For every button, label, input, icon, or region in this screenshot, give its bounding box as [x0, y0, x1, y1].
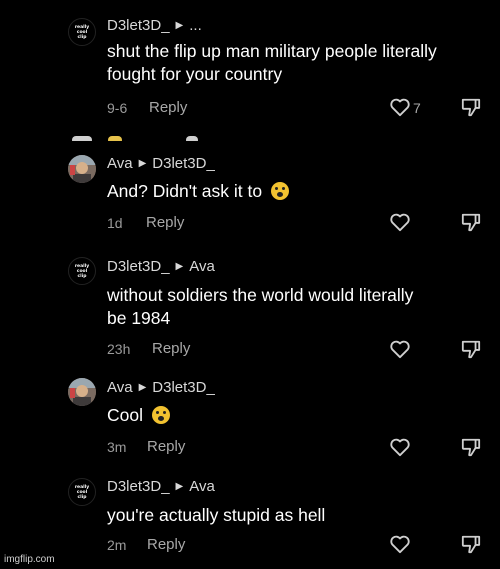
hidden-comment-edge [68, 135, 268, 141]
comment-meta: 23h Reply [107, 340, 190, 357]
heart-icon[interactable] [389, 437, 411, 457]
comment-header: Ava ▶ D3let3D_ [107, 379, 215, 396]
avatar[interactable]: really cool clip [68, 478, 96, 506]
timestamp: 9-6 [107, 99, 128, 116]
thumbs-down-icon[interactable] [460, 339, 482, 359]
timestamp: 2m [107, 536, 127, 553]
comment-meta: 2m Reply [107, 536, 185, 553]
screaming-face-icon [151, 406, 170, 424]
reply-to-name[interactable]: D3let3D_ [152, 155, 215, 172]
author-name[interactable]: D3let3D_ [107, 478, 170, 495]
avatar-photo [68, 155, 96, 183]
comment-text: you're actually stupid as hell [107, 505, 326, 525]
reply-to-name[interactable]: D3let3D_ [152, 379, 215, 396]
avatar[interactable]: really cool clip [68, 18, 96, 46]
thumbs-down-icon[interactable] [460, 97, 482, 117]
comment-header: D3let3D_ ▶ ... [107, 17, 202, 34]
author-name[interactable]: Ava [107, 155, 133, 172]
comment-text: shut the flip up man military people lit… [107, 41, 437, 84]
avatar-text-line: really cool [74, 263, 90, 274]
timestamp: 3m [107, 438, 127, 455]
thumbs-down-icon[interactable] [460, 534, 482, 554]
comment-text-content: And? Didn't ask it to [107, 181, 263, 201]
reply-to-name[interactable]: Ava [189, 478, 215, 495]
triangle-right-icon: ▶ [138, 382, 147, 393]
triangle-right-icon: ▶ [175, 261, 184, 272]
comment-header: D3let3D_ ▶ Ava [107, 258, 215, 275]
triangle-right-icon: ▶ [175, 20, 184, 31]
timestamp: 23h [107, 340, 131, 357]
thumbs-down-icon[interactable] [460, 212, 482, 232]
comment-meta: 9-6 Reply [107, 99, 187, 116]
reply-button[interactable]: Reply [147, 536, 185, 553]
comment-text: without soldiers the world would literal… [107, 285, 414, 328]
avatar-text-line: really cool [74, 484, 90, 495]
avatar-text-line: really cool [74, 24, 90, 35]
reply-button[interactable]: Reply [152, 340, 190, 357]
avatar-text-line: clip [77, 34, 87, 40]
comment-text-content: Cool [107, 405, 143, 425]
reply-button[interactable]: Reply [146, 214, 184, 231]
heart-icon[interactable] [389, 534, 411, 554]
avatar[interactable] [68, 155, 96, 183]
reply-to-name[interactable]: Ava [189, 258, 215, 275]
triangle-right-icon: ▶ [175, 481, 184, 492]
author-name[interactable]: D3let3D_ [107, 258, 170, 275]
avatar-photo [68, 378, 96, 406]
author-name[interactable]: D3let3D_ [107, 17, 170, 34]
comment-text: Cool [107, 404, 437, 427]
timestamp: 1d [107, 214, 123, 231]
heart-icon[interactable] [389, 339, 411, 359]
avatar[interactable] [68, 378, 96, 406]
reply-button[interactable]: Reply [147, 438, 185, 455]
reply-button[interactable]: Reply [149, 99, 187, 116]
screaming-face-icon [270, 182, 289, 200]
comment-header: Ava ▶ D3let3D_ [107, 155, 215, 172]
comment-thread: really cool clip D3let3D_ ▶ ... shut the… [0, 0, 500, 569]
thumbs-down-icon[interactable] [460, 437, 482, 457]
heart-icon[interactable] [389, 212, 411, 232]
triangle-right-icon: ▶ [138, 158, 147, 169]
heart-icon[interactable] [389, 97, 411, 117]
avatar[interactable]: really cool clip [68, 257, 96, 285]
avatar-text-line: clip [77, 273, 87, 279]
author-name[interactable]: Ava [107, 379, 133, 396]
comment-meta: 1d Reply [107, 214, 184, 231]
comment-text: And? Didn't ask it to [107, 180, 437, 203]
comment-meta: 3m Reply [107, 438, 185, 455]
watermark: imgflip.com [4, 554, 55, 565]
like-count: 7 [413, 100, 421, 116]
reply-to-name[interactable]: ... [189, 17, 202, 34]
comment-header: D3let3D_ ▶ Ava [107, 478, 215, 495]
avatar-text-line: clip [77, 494, 87, 500]
